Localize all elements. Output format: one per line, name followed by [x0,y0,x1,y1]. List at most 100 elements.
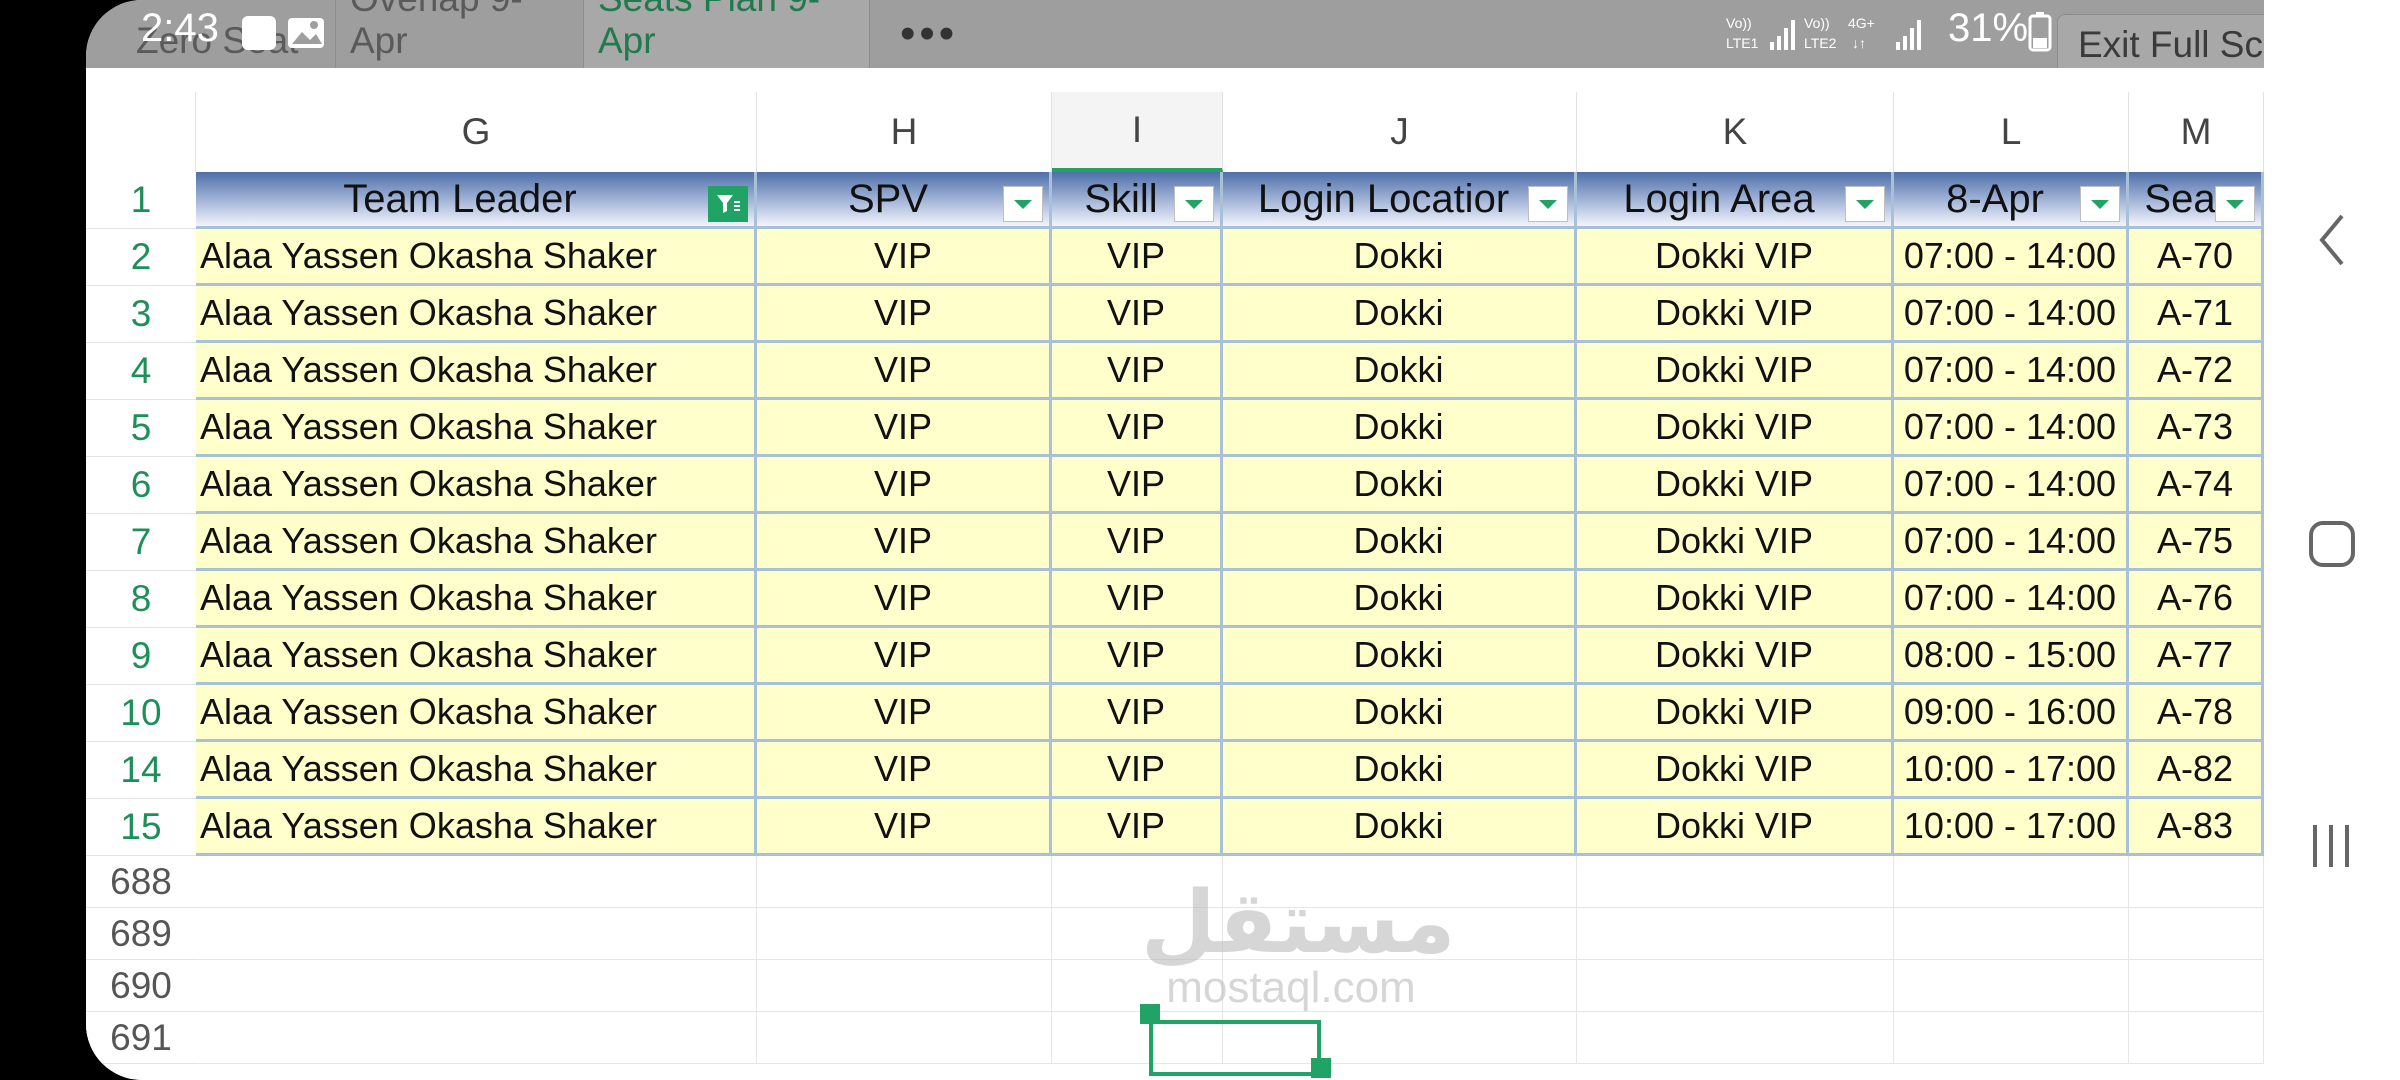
table-cell[interactable]: VIP [1052,229,1223,286]
table-cell[interactable]: Alaa Yassen Okasha Shaker [196,742,757,799]
row-header[interactable]: 6 [86,457,196,514]
table-cell[interactable]: VIP [757,229,1052,286]
table-cell[interactable]: VIP [757,400,1052,457]
empty-cell[interactable] [757,960,1052,1012]
row-header[interactable]: 689 [86,908,196,960]
table-cell[interactable]: 07:00 - 14:00 [1894,343,2129,400]
table-cell[interactable]: Alaa Yassen Okasha Shaker [196,229,757,286]
table-cell[interactable]: Dokki [1223,457,1577,514]
filter-dropdown-icon[interactable] [1174,186,1214,222]
empty-cell[interactable] [196,1012,757,1064]
empty-cell[interactable] [757,908,1052,960]
table-cell[interactable]: 09:00 - 16:00 [1894,685,2129,742]
table-cell[interactable]: VIP [1052,799,1223,856]
table-cell[interactable]: Alaa Yassen Okasha Shaker [196,685,757,742]
row-header[interactable]: 688 [86,856,196,908]
empty-cell[interactable] [2129,960,2264,1012]
exit-full-screen-button[interactable]: Exit Full Sc [2056,14,2264,68]
table-cell[interactable]: Dokki [1223,400,1577,457]
table-cell[interactable]: 07:00 - 14:00 [1894,286,2129,343]
empty-cell[interactable] [196,960,757,1012]
table-cell[interactable]: 07:00 - 14:00 [1894,571,2129,628]
row-header[interactable]: 14 [86,742,196,799]
empty-cell[interactable] [1577,908,1894,960]
table-cell[interactable]: VIP [1052,343,1223,400]
table-cell[interactable]: Alaa Yassen Okasha Shaker [196,400,757,457]
table-cell[interactable]: Dokki [1223,343,1577,400]
table-cell[interactable]: Dokki VIP [1577,286,1894,343]
table-cell[interactable]: Dokki VIP [1577,457,1894,514]
table-cell[interactable]: Alaa Yassen Okasha Shaker [196,286,757,343]
empty-cell[interactable] [2129,1012,2264,1064]
table-cell[interactable]: Dokki [1223,229,1577,286]
column-header-m[interactable]: M [2129,92,2264,172]
column-header-l[interactable]: L [1894,92,2129,172]
empty-cell[interactable] [757,856,1052,908]
table-cell[interactable]: A-83 [2129,799,2264,856]
row-header[interactable]: 690 [86,960,196,1012]
table-cell[interactable]: VIP [757,742,1052,799]
back-icon[interactable] [2264,200,2400,280]
table-header-cell[interactable]: 8-Apr [1894,172,2129,229]
empty-cell[interactable] [1577,1012,1894,1064]
empty-cell[interactable] [196,856,757,908]
empty-cell[interactable] [1894,908,2129,960]
table-cell[interactable]: 07:00 - 14:00 [1894,514,2129,571]
row-header[interactable]: 4 [86,343,196,400]
table-cell[interactable]: Dokki VIP [1577,343,1894,400]
table-cell[interactable]: Dokki VIP [1577,229,1894,286]
table-cell[interactable]: VIP [1052,571,1223,628]
table-cell[interactable]: Dokki [1223,514,1577,571]
table-cell[interactable]: VIP [1052,286,1223,343]
table-cell[interactable]: Alaa Yassen Okasha Shaker [196,571,757,628]
table-cell[interactable]: VIP [1052,400,1223,457]
table-cell[interactable]: A-78 [2129,685,2264,742]
table-header-cell[interactable]: Skill [1052,172,1223,229]
tab-overlap-9-apr[interactable]: Overlap 9-Apr [336,0,584,68]
filter-dropdown-icon[interactable] [1528,186,1568,222]
table-cell[interactable]: A-71 [2129,286,2264,343]
table-cell[interactable]: Dokki VIP [1577,571,1894,628]
empty-cell[interactable] [1577,856,1894,908]
tab-seats-plan-9-apr[interactable]: Seats Plan 9-Apr [584,0,870,68]
empty-cell[interactable] [1894,960,2129,1012]
empty-cell[interactable] [2129,856,2264,908]
row-header[interactable]: 691 [86,1012,196,1064]
row-header[interactable]: 5 [86,400,196,457]
table-cell[interactable]: VIP [1052,628,1223,685]
row-header[interactable]: 7 [86,514,196,571]
table-cell[interactable]: Dokki VIP [1577,685,1894,742]
select-all-corner[interactable] [86,92,196,172]
column-header-i[interactable]: I [1052,92,1223,172]
row-header[interactable]: 8 [86,571,196,628]
table-header-cell[interactable]: Sea [2129,172,2264,229]
table-cell[interactable]: Dokki VIP [1577,514,1894,571]
table-cell[interactable]: 07:00 - 14:00 [1894,400,2129,457]
table-cell[interactable]: VIP [1052,685,1223,742]
table-cell[interactable]: A-77 [2129,628,2264,685]
table-cell[interactable]: A-72 [2129,343,2264,400]
row-header[interactable]: 15 [86,799,196,856]
empty-cell[interactable] [2129,908,2264,960]
filter-dropdown-icon[interactable] [1003,186,1043,222]
table-cell[interactable]: VIP [757,571,1052,628]
table-header-cell[interactable]: Login Locatior [1223,172,1577,229]
table-cell[interactable]: Dokki VIP [1577,628,1894,685]
filter-dropdown-icon[interactable] [1845,186,1885,222]
empty-cell[interactable] [196,908,757,960]
table-cell[interactable]: Dokki [1223,571,1577,628]
row-header[interactable]: 2 [86,229,196,286]
home-icon[interactable] [2264,504,2400,584]
column-header-j[interactable]: J [1223,92,1577,172]
table-cell[interactable]: Alaa Yassen Okasha Shaker [196,628,757,685]
empty-cell[interactable] [1894,856,2129,908]
table-cell[interactable]: 07:00 - 14:00 [1894,457,2129,514]
table-header-cell[interactable]: Login Area [1577,172,1894,229]
table-cell[interactable]: VIP [757,685,1052,742]
table-header-cell[interactable]: SPV [757,172,1052,229]
table-cell[interactable]: VIP [757,457,1052,514]
table-cell[interactable]: Alaa Yassen Okasha Shaker [196,343,757,400]
row-header[interactable]: 10 [86,685,196,742]
selection-handle-bottom[interactable] [1311,1058,1331,1078]
table-cell[interactable]: VIP [757,799,1052,856]
